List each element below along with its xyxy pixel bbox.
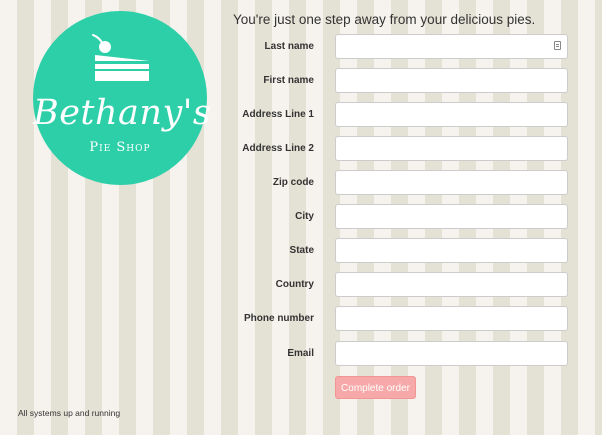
complete-order-button[interactable]: Complete order — [335, 376, 416, 399]
state-label: State — [289, 245, 314, 256]
form-row-email: Email — [200, 341, 568, 366]
first-name-label: First name — [263, 75, 314, 86]
zip-code-label: Zip code — [272, 177, 314, 188]
address-line-2-label: Address Line 2 — [242, 143, 314, 154]
country-label: Country — [275, 279, 314, 290]
form-row-zip-code: Zip code — [200, 170, 568, 195]
address-line-1-input[interactable] — [335, 102, 568, 127]
bethanys-pie-shop-logo: Bethany's Pie Shop — [33, 11, 212, 185]
form-row-city: City — [200, 204, 568, 229]
email-label: Email — [287, 348, 314, 359]
last-name-label: Last name — [264, 41, 314, 52]
phone-number-label: Phone number — [243, 313, 314, 324]
form-row-first-name: First name — [200, 68, 568, 93]
city-label: City — [295, 211, 314, 222]
form-row-address-line-2: Address Line 2 — [200, 136, 568, 161]
cake-slice-icon — [92, 34, 149, 81]
state-input[interactable] — [335, 238, 568, 263]
autofill-contact-icon[interactable] — [554, 41, 561, 50]
form-row-country: Country — [200, 272, 568, 297]
phone-number-input[interactable] — [335, 306, 568, 331]
form-row-last-name: Last name — [200, 34, 568, 59]
country-input[interactable] — [335, 272, 568, 297]
system-status-text: All systems up and running — [18, 408, 121, 418]
logo-subtitle: Pie Shop — [89, 140, 151, 155]
logo-title: Bethany's — [33, 93, 212, 133]
form-row-address-line-1: Address Line 1 — [200, 102, 568, 127]
last-name-input[interactable] — [335, 34, 568, 59]
first-name-input[interactable] — [335, 68, 568, 93]
zip-code-input[interactable] — [335, 170, 568, 195]
form-row-phone-number: Phone number — [200, 306, 568, 331]
form-row-state: State — [200, 238, 568, 263]
address-line-1-label: Address Line 1 — [242, 109, 314, 120]
city-input[interactable] — [335, 204, 568, 229]
page-heading: You're just one step away from your deli… — [233, 12, 536, 27]
email-input[interactable] — [335, 341, 568, 366]
address-line-2-input[interactable] — [335, 136, 568, 161]
